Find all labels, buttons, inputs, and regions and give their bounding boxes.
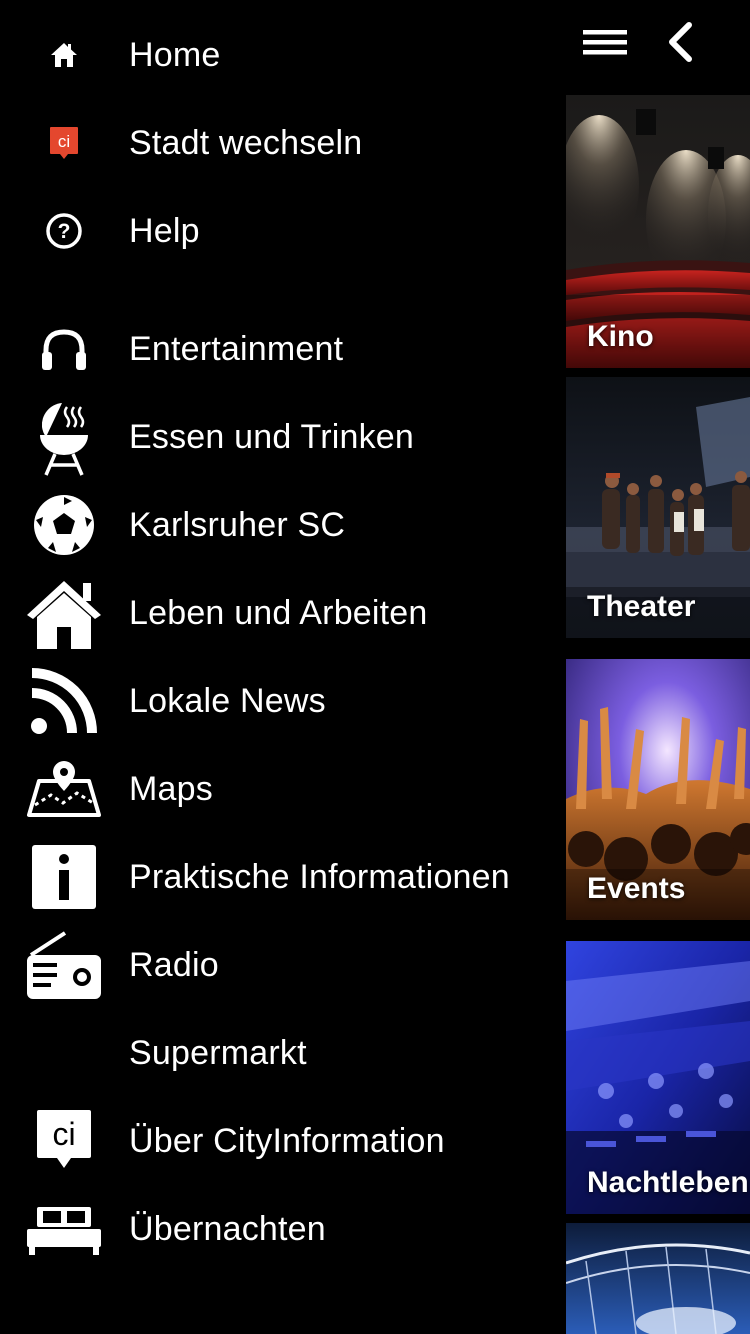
drawer-item-home[interactable]: Home [0, 15, 566, 95]
drawer-item-uebernachten[interactable]: Übernachten [0, 1189, 566, 1269]
side-drawer: Home ci Stadt wechseln ? Help Entertainm… [0, 0, 566, 1334]
drawer-item-essen-und-trinken[interactable]: Essen und Trinken [0, 397, 566, 477]
headphones-icon [24, 309, 104, 389]
hamburger-icon[interactable] [583, 24, 629, 60]
tile-label: Events [587, 872, 686, 905]
tile-label: Nachtleben [587, 1166, 749, 1199]
drawer-item-label: Über CityInformation [129, 1121, 445, 1160]
chevron-left-icon[interactable] [662, 20, 698, 64]
drawer-item-label: Karlsruher SC [129, 505, 346, 544]
svg-text:ci: ci [58, 132, 70, 151]
drawer-item-praktische-informationen[interactable]: Praktische Informationen [0, 837, 566, 917]
drawer-item-maps[interactable]: Maps [0, 749, 566, 829]
category-tile-events[interactable]: Events [566, 659, 750, 920]
drawer-item-entertainment[interactable]: Entertainment [0, 309, 566, 389]
drawer-item-label: Home [129, 35, 221, 74]
ci-bubble-icon: ci [24, 1101, 104, 1181]
drawer-item-radio[interactable]: Radio [0, 925, 566, 1005]
ci-badge-red-icon: ci [24, 103, 104, 183]
drawer-item-label: Entertainment [129, 329, 344, 368]
top-bar [566, 0, 750, 90]
svg-text:ci: ci [52, 1116, 75, 1152]
category-tile-nachtleben[interactable]: Nachtleben [566, 941, 750, 1214]
drawer-item-leben-und-arbeiten[interactable]: Leben und Arbeiten [0, 573, 566, 653]
radio-icon [24, 925, 104, 1005]
drawer-item-label: Übernachten [129, 1209, 326, 1248]
tile-label: Kino [587, 320, 654, 353]
tile-label: Theater [587, 590, 696, 623]
home-icon [24, 15, 104, 95]
help-circle-icon: ? [24, 191, 104, 271]
drawer-item-help[interactable]: ? Help [0, 191, 566, 271]
drawer-item-karlsruher-sc[interactable]: Karlsruher SC [0, 485, 566, 565]
drawer-item-label: Help [129, 211, 200, 250]
grill-icon [24, 397, 104, 477]
tile-image-stadium [566, 1223, 750, 1334]
drawer-item-label: Maps [129, 769, 213, 808]
drawer-item-supermarkt[interactable]: Supermarkt [0, 1013, 566, 1093]
svg-text:?: ? [58, 220, 71, 243]
drawer-item-lokale-news[interactable]: Lokale News [0, 661, 566, 741]
rss-icon [24, 661, 104, 741]
drawer-item-ueber-cityinformation[interactable]: ci Über CityInformation [0, 1101, 566, 1181]
info-icon [24, 837, 104, 917]
category-tile-theater[interactable]: Theater [566, 377, 750, 638]
soccer-ball-icon [24, 485, 104, 565]
drawer-item-label: Lokale News [129, 681, 326, 720]
bed-icon [24, 1189, 104, 1269]
drawer-item-label: Essen und Trinken [129, 417, 415, 456]
drawer-item-label: Supermarkt [129, 1033, 307, 1072]
drawer-item-stadt-wechseln[interactable]: ci Stadt wechseln [0, 103, 566, 183]
drawer-item-label: Radio [129, 945, 219, 984]
house-icon [24, 573, 104, 653]
category-tile-kino[interactable]: Kino [566, 95, 750, 368]
drawer-item-label: Praktische Informationen [129, 857, 510, 896]
category-tile-partial[interactable] [566, 1223, 750, 1334]
drawer-item-label: Stadt wechseln [129, 123, 363, 162]
drawer-item-label: Leben und Arbeiten [129, 593, 428, 632]
map-pin-icon [24, 749, 104, 829]
